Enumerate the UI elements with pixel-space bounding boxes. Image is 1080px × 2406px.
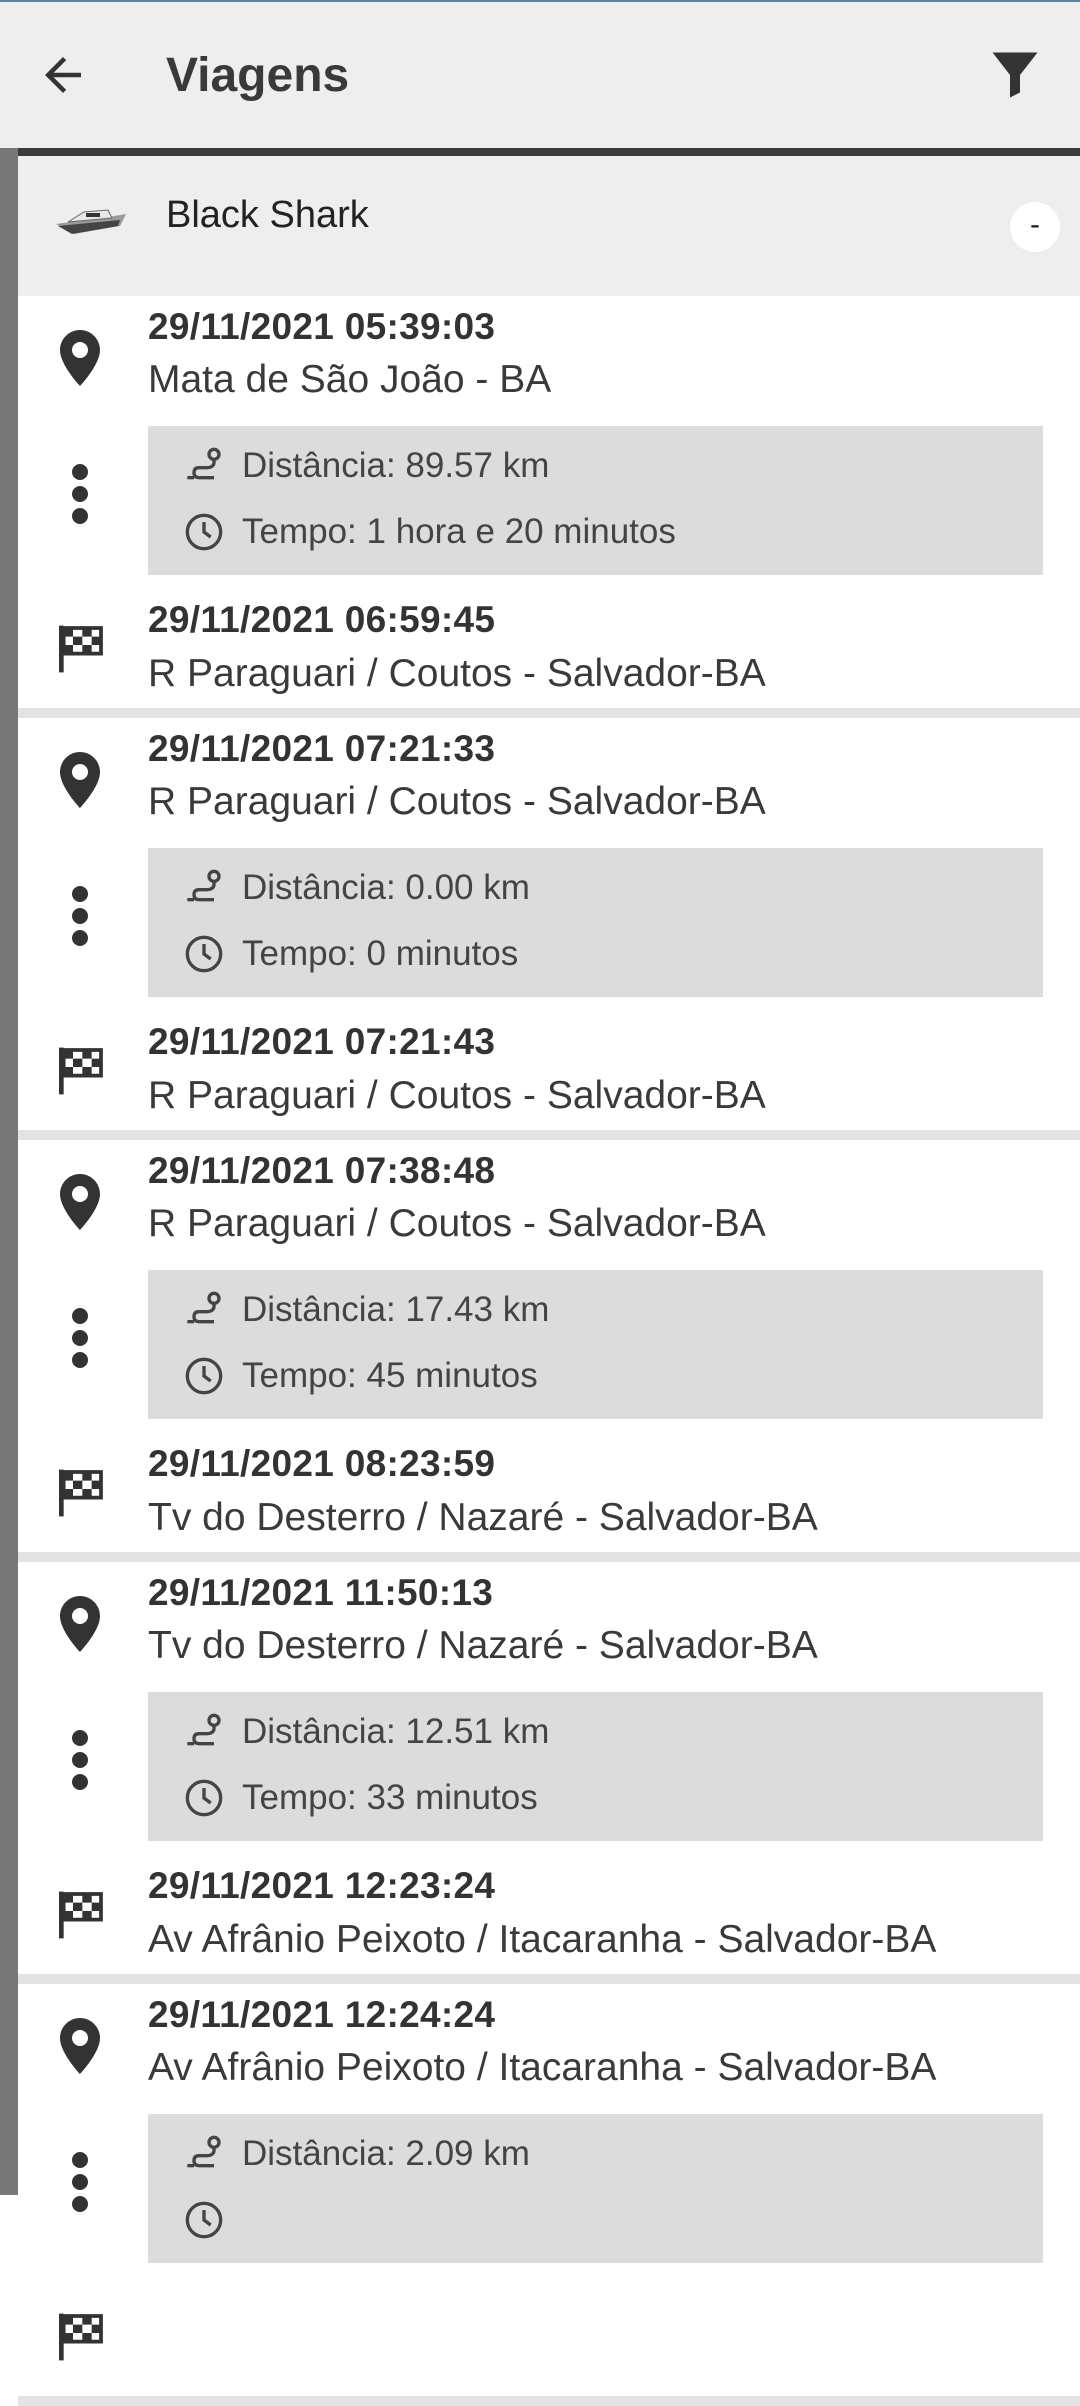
arrow-left-icon (45, 57, 81, 93)
collapse-toggle[interactable]: - (1010, 202, 1060, 252)
distance-row: Distância: 2.09 km (184, 2134, 530, 2174)
trip-end-datetime: 29/11/2021 08:23:59 (148, 1443, 496, 1484)
route-icon (187, 1713, 221, 1746)
left-rail (0, 148, 18, 2195)
clock-icon (185, 1357, 223, 1395)
checkered-flag-icon (52, 1463, 108, 1523)
duration-row: Tempo: 33 minutos (184, 1778, 538, 1818)
trip-item[interactable]: 29/11/2021 11:50:13 Tv do Desterro / Naz… (18, 1562, 1080, 1984)
more-vertical-icon (52, 464, 108, 524)
map-pin-icon (52, 2016, 108, 2076)
vehicle-name: Black Shark (166, 194, 369, 236)
divider (18, 148, 1080, 156)
trip-start-datetime: 29/11/2021 05:39:03 (148, 306, 496, 347)
trip-summary: Distância: 17.43 km Tempo: 45 minutos (148, 1270, 1043, 1419)
trip-duration: Tempo: 0 minutos (242, 934, 519, 973)
trip-end-address: Tv do Desterro / Nazaré - Salvador-BA (148, 1496, 818, 1539)
page-title: Viagens (166, 49, 350, 102)
boat-icon (56, 209, 126, 234)
checkered-flag-icon (52, 1885, 108, 1945)
trip-duration: Tempo: 33 minutos (242, 1778, 538, 1817)
trip-summary: Distância: 89.57 km Tempo: 1 hora e 20 m… (148, 426, 1043, 575)
more-vertical-icon (52, 2152, 108, 2212)
back-button[interactable] (30, 42, 96, 108)
trip-duration: Tempo: 1 hora e 20 minutos (242, 512, 676, 551)
trip-end-datetime: 29/11/2021 07:21:43 (148, 1021, 496, 1062)
filter-icon (992, 52, 1038, 98)
vehicle-header[interactable]: Black Shark - (18, 156, 1080, 296)
more-vertical-icon (52, 886, 108, 946)
trip-distance: Distância: 12.51 km (242, 1712, 550, 1751)
trip-list: 29/11/2021 05:39:03 Mata de São João - B… (18, 296, 1080, 2406)
trip-item[interactable]: 29/11/2021 07:38:48 R Paraguari / Coutos… (18, 1140, 1080, 1562)
distance-row: Distância: 12.51 km (184, 1712, 549, 1752)
trip-item[interactable]: 29/11/2021 12:24:24 Av Afrânio Peixoto /… (18, 1984, 1080, 2406)
trip-end-datetime: 29/11/2021 12:23:24 (148, 1865, 496, 1906)
route-icon (187, 2135, 221, 2168)
duration-row: Tempo: 0 minutos (184, 934, 518, 974)
distance-row: Distância: 0.00 km (184, 868, 530, 908)
map-pin-icon (52, 750, 108, 810)
clock-icon (185, 1779, 223, 1817)
map-pin-icon (52, 1594, 108, 1654)
map-pin-icon (52, 1172, 108, 1232)
trip-summary: Distância: 2.09 km (148, 2114, 1043, 2263)
trip-end-address: Av Afrânio Peixoto / Itacaranha - Salvad… (148, 1918, 937, 1961)
trip-summary: Distância: 12.51 km Tempo: 33 minutos (148, 1692, 1043, 1841)
trip-end-address: R Paraguari / Coutos - Salvador-BA (148, 1074, 766, 1117)
trip-end-datetime: 29/11/2021 06:59:45 (148, 599, 496, 640)
trip-item[interactable]: 29/11/2021 05:39:03 Mata de São João - B… (18, 296, 1080, 718)
trip-start-datetime: 29/11/2021 12:24:24 (148, 1994, 496, 2035)
checkered-flag-icon (52, 1041, 108, 1101)
duration-row: Tempo: 1 hora e 20 minutos (184, 512, 676, 552)
more-vertical-icon (52, 1308, 108, 1368)
trip-distance: Distância: 17.43 km (242, 1290, 550, 1329)
trip-start-datetime: 29/11/2021 07:38:48 (148, 1150, 496, 1191)
filter-button[interactable] (982, 42, 1048, 108)
trip-start-address: Tv do Desterro / Nazaré - Salvador-BA (148, 1624, 818, 1667)
duration-row: Tempo: 45 minutos (184, 1356, 538, 1396)
duration-row (184, 2200, 242, 2240)
trip-distance: Distância: 0.00 km (242, 868, 530, 907)
trip-start-address: R Paraguari / Coutos - Salvador-BA (148, 780, 766, 823)
route-icon (187, 1291, 221, 1324)
clock-icon (185, 935, 223, 973)
trip-start-address: R Paraguari / Coutos - Salvador-BA (148, 1202, 766, 1245)
distance-row: Distância: 17.43 km (184, 1290, 549, 1330)
clock-icon (185, 513, 223, 551)
trip-start-address: Av Afrânio Peixoto / Itacaranha - Salvad… (148, 2046, 937, 2089)
checkered-flag-icon (52, 2307, 108, 2367)
trip-distance: Distância: 2.09 km (242, 2134, 530, 2173)
trip-end-address: R Paraguari / Coutos - Salvador-BA (148, 652, 766, 695)
trip-duration: Tempo: 45 minutos (242, 1356, 538, 1395)
app-bar: Viagens (0, 0, 1080, 148)
checkered-flag-icon (52, 619, 108, 679)
clock-icon (185, 2201, 223, 2239)
trip-summary: Distância: 0.00 km Tempo: 0 minutos (148, 848, 1043, 997)
trip-start-datetime: 29/11/2021 07:21:33 (148, 728, 496, 769)
trip-start-address: Mata de São João - BA (148, 358, 552, 401)
trip-start-datetime: 29/11/2021 11:50:13 (148, 1572, 494, 1613)
map-pin-icon (52, 328, 108, 388)
more-vertical-icon (52, 1730, 108, 1790)
trip-distance: Distância: 89.57 km (242, 446, 550, 485)
distance-row: Distância: 89.57 km (184, 446, 549, 486)
trip-item[interactable]: 29/11/2021 07:21:33 R Paraguari / Coutos… (18, 718, 1080, 1140)
route-icon (187, 447, 221, 480)
route-icon (187, 869, 221, 902)
